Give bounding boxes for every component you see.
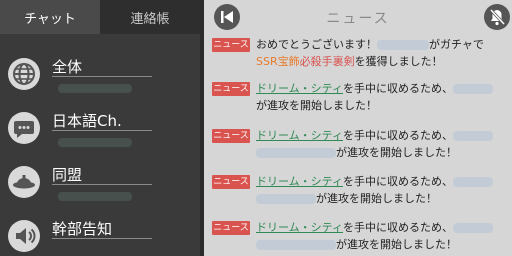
redacted-player-name [377, 40, 429, 50]
news-item: ニュース おめでとうございます！ がガチャで SSR宝飾必殺手裏剣を獲得しました！ [212, 36, 510, 76]
news-line-1: おめでとうございます！ がガチャで [256, 38, 484, 51]
channel-name: 同盟 [52, 166, 83, 184]
channel-preview-redacted [58, 192, 132, 201]
tab-chat[interactable]: チャット [0, 0, 100, 34]
city-link[interactable]: ドリーム・シティ [256, 129, 343, 142]
news-line-1: ドリーム・シティを手中に収めるため、 [256, 80, 494, 97]
news-badge: ニュース [212, 129, 250, 143]
channel-divider [52, 238, 152, 239]
city-link[interactable]: ドリーム・シティ [256, 175, 343, 188]
redacted-player-name [256, 148, 336, 158]
news-item: ニュース ドリーム・シティを手中に収めるため、 が進攻を開始しました！ [212, 127, 510, 167]
news-header: ニュース [204, 0, 512, 34]
channel-item-global[interactable]: 全体 [0, 50, 200, 100]
channel-item-officers[interactable]: 幹部告知 [0, 212, 200, 256]
redacted-player-name [256, 194, 316, 204]
channel-item-alliance[interactable]: 同盟 [0, 158, 200, 208]
news-badge: ニュース [212, 221, 250, 235]
news-line-2: が進攻を開始しました！ [256, 144, 457, 161]
muted-bell-icon [489, 8, 506, 26]
channel-preview-redacted [58, 84, 132, 93]
mute-button[interactable] [484, 4, 510, 30]
redacted-player-name [453, 131, 494, 141]
chat-sidebar: チャット 連絡帳 全体 日本語Ch. 同盟 幹部告知 [0, 0, 200, 256]
news-badge: ニュース [212, 175, 250, 189]
news-badge: ニュース [212, 82, 250, 96]
tab-contacts[interactable]: 連絡帳 [100, 0, 200, 34]
city-link[interactable]: ドリーム・シティ [256, 82, 343, 95]
news-line-1: ドリーム・シティを手中に収めるため、 [256, 219, 494, 236]
sidebar-tabs: チャット 連絡帳 [0, 0, 200, 34]
redacted-player-name [453, 223, 494, 233]
news-item: ニュース ドリーム・シティを手中に収めるため、 が進攻を開始しました！ [212, 80, 510, 120]
news-item: ニュース ドリーム・シティを手中に収めるため、 が進攻を開始しました！ [212, 173, 510, 213]
speaker-icon [8, 220, 40, 252]
news-item: ニュース ドリーム・シティを手中に収めるため、 が進攻を開始しました！ [212, 219, 510, 256]
news-line-2: SSR宝飾必殺手裏剣を獲得しました！ [256, 55, 443, 68]
redacted-player-name [256, 240, 336, 250]
channel-divider [52, 184, 152, 185]
channel-preview-redacted [58, 138, 132, 147]
page-title: ニュース [326, 11, 390, 27]
redacted-player-name [453, 84, 494, 94]
channel-divider [52, 76, 152, 77]
channel-divider [52, 130, 152, 131]
news-line-2: が進攻を開始しました！ [256, 190, 437, 207]
news-badge: ニュース [212, 38, 250, 52]
redacted-player-name [453, 177, 494, 187]
news-line-2: が進攻を開始しました！ [256, 236, 457, 253]
channel-item-japanese[interactable]: 日本語Ch. [0, 104, 200, 154]
news-line-2: が進攻を開始しました！ [256, 99, 377, 112]
globe-icon [8, 58, 40, 90]
news-line-1: ドリーム・シティを手中に収めるため、 [256, 127, 494, 144]
news-line-1: ドリーム・シティを手中に収めるため、 [256, 173, 494, 190]
alliance-helmet-icon [8, 166, 40, 198]
speech-bubble-icon [8, 112, 40, 144]
channel-name: 日本語Ch. [52, 112, 122, 130]
channel-name: 幹部告知 [52, 220, 113, 238]
channel-name: 全体 [52, 58, 83, 76]
city-link[interactable]: ドリーム・シティ [256, 221, 343, 234]
news-panel: ニュース ニュース おめでとうございます！ がガチャで SSR宝飾必殺手裏剣を獲得… [200, 0, 512, 256]
